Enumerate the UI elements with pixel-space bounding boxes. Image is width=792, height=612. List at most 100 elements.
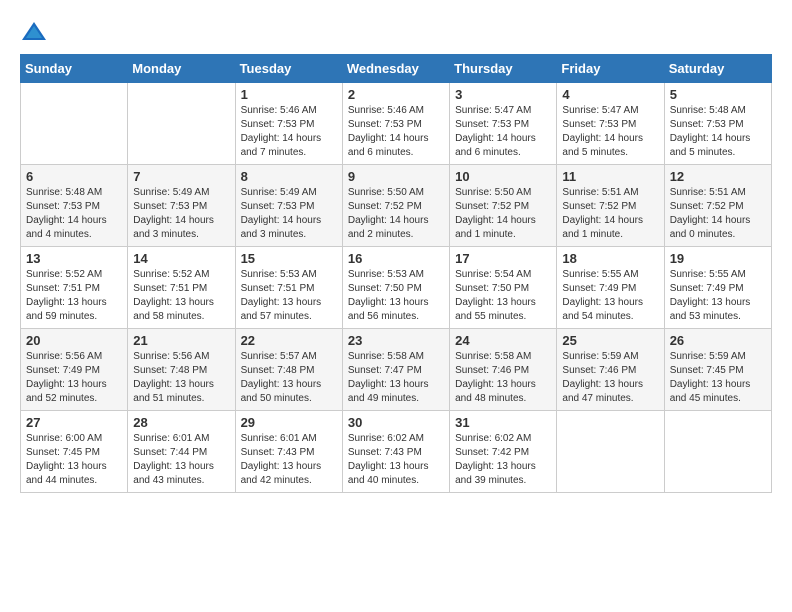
day-number: 17 — [455, 251, 551, 266]
day-number: 18 — [562, 251, 658, 266]
calendar-cell: 3 Sunrise: 5:47 AM Sunset: 7:53 PM Daylig… — [450, 83, 557, 165]
calendar-cell: 7 Sunrise: 5:49 AM Sunset: 7:53 PM Daylig… — [128, 165, 235, 247]
calendar-cell — [128, 83, 235, 165]
calendar-cell: 13 Sunrise: 5:52 AM Sunset: 7:51 PM Dayli… — [21, 247, 128, 329]
day-number: 26 — [670, 333, 766, 348]
calendar-cell: 17 Sunrise: 5:54 AM Sunset: 7:50 PM Dayli… — [450, 247, 557, 329]
day-number: 19 — [670, 251, 766, 266]
calendar-cell: 2 Sunrise: 5:46 AM Sunset: 7:53 PM Daylig… — [342, 83, 449, 165]
calendar-cell: 26 Sunrise: 5:59 AM Sunset: 7:45 PM Dayli… — [664, 329, 771, 411]
calendar-cell: 11 Sunrise: 5:51 AM Sunset: 7:52 PM Dayli… — [557, 165, 664, 247]
day-number: 29 — [241, 415, 337, 430]
calendar-cell: 12Sunrise: 5:51 AM Sunset: 7:52 PM Dayli… — [664, 165, 771, 247]
day-info: Sunrise: 5:54 AM Sunset: 7:50 PM Dayligh… — [455, 268, 551, 324]
day-info: Sunrise: 5:51 AM Sunset: 7:52 PM Dayligh… — [562, 186, 658, 242]
day-number: 15 — [241, 251, 337, 266]
weekday-header-monday: Monday — [128, 55, 235, 83]
day-number: 10 — [455, 169, 551, 184]
day-number: 6 — [26, 169, 122, 184]
day-info: Sunrise: 5:49 AM Sunset: 7:53 PM Dayligh… — [241, 186, 337, 242]
calendar-week-1: 1 Sunrise: 5:46 AM Sunset: 7:53 PM Daylig… — [21, 83, 772, 165]
calendar-cell: 8 Sunrise: 5:49 AM Sunset: 7:53 PM Daylig… — [235, 165, 342, 247]
calendar-cell: 23 Sunrise: 5:58 AM Sunset: 7:47 PM Dayli… — [342, 329, 449, 411]
weekday-header-sunday: Sunday — [21, 55, 128, 83]
day-number: 11 — [562, 169, 658, 184]
day-number: 8 — [241, 169, 337, 184]
calendar-cell: 22 Sunrise: 5:57 AM Sunset: 7:48 PM Dayli… — [235, 329, 342, 411]
weekday-header-tuesday: Tuesday — [235, 55, 342, 83]
weekday-header-row: SundayMondayTuesdayWednesdayThursdayFrid… — [21, 55, 772, 83]
calendar-cell: 28Sunrise: 6:01 AM Sunset: 7:44 PM Dayli… — [128, 411, 235, 493]
day-number: 9 — [348, 169, 444, 184]
day-info: Sunrise: 5:50 AM Sunset: 7:52 PM Dayligh… — [455, 186, 551, 242]
calendar-cell: 19 Sunrise: 5:55 AM Sunset: 7:49 PM Dayli… — [664, 247, 771, 329]
day-info: Sunrise: 5:59 AM Sunset: 7:46 PM Dayligh… — [562, 350, 658, 406]
calendar-cell: 29 Sunrise: 6:01 AM Sunset: 7:43 PM Dayli… — [235, 411, 342, 493]
day-info: Sunrise: 6:01 AM Sunset: 7:44 PM Dayligh… — [133, 432, 229, 488]
day-info: Sunrise: 5:48 AM Sunset: 7:53 PM Dayligh… — [670, 104, 766, 160]
day-info: Sunrise: 5:52 AM Sunset: 7:51 PM Dayligh… — [26, 268, 122, 324]
day-info: Sunrise: 5:48 AM Sunset: 7:53 PM Dayligh… — [26, 186, 122, 242]
calendar-week-2: 6 Sunrise: 5:48 AM Sunset: 7:53 PM Daylig… — [21, 165, 772, 247]
day-info: Sunrise: 5:49 AM Sunset: 7:53 PM Dayligh… — [133, 186, 229, 242]
logo — [20, 20, 52, 44]
day-info: Sunrise: 5:55 AM Sunset: 7:49 PM Dayligh… — [670, 268, 766, 324]
day-info: Sunrise: 6:00 AM Sunset: 7:45 PM Dayligh… — [26, 432, 122, 488]
weekday-header-friday: Friday — [557, 55, 664, 83]
day-number: 1 — [241, 87, 337, 102]
calendar-cell: 18Sunrise: 5:55 AM Sunset: 7:49 PM Dayli… — [557, 247, 664, 329]
day-info: Sunrise: 5:52 AM Sunset: 7:51 PM Dayligh… — [133, 268, 229, 324]
day-info: Sunrise: 6:01 AM Sunset: 7:43 PM Dayligh… — [241, 432, 337, 488]
calendar-cell: 21 Sunrise: 5:56 AM Sunset: 7:48 PM Dayli… — [128, 329, 235, 411]
calendar-cell: 4Sunrise: 5:47 AM Sunset: 7:53 PM Daylig… — [557, 83, 664, 165]
calendar-cell: 14Sunrise: 5:52 AM Sunset: 7:51 PM Dayli… — [128, 247, 235, 329]
day-number: 16 — [348, 251, 444, 266]
calendar-cell: 16 Sunrise: 5:53 AM Sunset: 7:50 PM Dayli… — [342, 247, 449, 329]
calendar-cell: 27 Sunrise: 6:00 AM Sunset: 7:45 PM Dayli… — [21, 411, 128, 493]
page-header — [20, 20, 772, 44]
logo-icon — [20, 20, 48, 44]
day-number: 3 — [455, 87, 551, 102]
day-info: Sunrise: 5:59 AM Sunset: 7:45 PM Dayligh… — [670, 350, 766, 406]
day-info: Sunrise: 6:02 AM Sunset: 7:42 PM Dayligh… — [455, 432, 551, 488]
calendar-cell: 30Sunrise: 6:02 AM Sunset: 7:43 PM Dayli… — [342, 411, 449, 493]
day-number: 21 — [133, 333, 229, 348]
calendar-cell: 5 Sunrise: 5:48 AM Sunset: 7:53 PM Daylig… — [664, 83, 771, 165]
calendar-cell — [557, 411, 664, 493]
day-number: 7 — [133, 169, 229, 184]
day-number: 30 — [348, 415, 444, 430]
day-number: 20 — [26, 333, 122, 348]
day-number: 23 — [348, 333, 444, 348]
day-number: 27 — [26, 415, 122, 430]
day-info: Sunrise: 5:57 AM Sunset: 7:48 PM Dayligh… — [241, 350, 337, 406]
day-number: 24 — [455, 333, 551, 348]
weekday-header-thursday: Thursday — [450, 55, 557, 83]
day-info: Sunrise: 5:46 AM Sunset: 7:53 PM Dayligh… — [348, 104, 444, 160]
calendar-cell: 25 Sunrise: 5:59 AM Sunset: 7:46 PM Dayli… — [557, 329, 664, 411]
day-info: Sunrise: 5:47 AM Sunset: 7:53 PM Dayligh… — [455, 104, 551, 160]
calendar-cell: 20 Sunrise: 5:56 AM Sunset: 7:49 PM Dayli… — [21, 329, 128, 411]
weekday-header-wednesday: Wednesday — [342, 55, 449, 83]
day-number: 25 — [562, 333, 658, 348]
calendar-week-3: 13 Sunrise: 5:52 AM Sunset: 7:51 PM Dayli… — [21, 247, 772, 329]
calendar-cell: 9Sunrise: 5:50 AM Sunset: 7:52 PM Daylig… — [342, 165, 449, 247]
day-info: Sunrise: 5:56 AM Sunset: 7:48 PM Dayligh… — [133, 350, 229, 406]
day-info: Sunrise: 5:53 AM Sunset: 7:51 PM Dayligh… — [241, 268, 337, 324]
weekday-header-saturday: Saturday — [664, 55, 771, 83]
day-info: Sunrise: 5:53 AM Sunset: 7:50 PM Dayligh… — [348, 268, 444, 324]
day-number: 5 — [670, 87, 766, 102]
day-number: 12 — [670, 169, 766, 184]
calendar-cell: 6 Sunrise: 5:48 AM Sunset: 7:53 PM Daylig… — [21, 165, 128, 247]
day-info: Sunrise: 5:56 AM Sunset: 7:49 PM Dayligh… — [26, 350, 122, 406]
calendar: SundayMondayTuesdayWednesdayThursdayFrid… — [20, 54, 772, 493]
calendar-week-4: 20 Sunrise: 5:56 AM Sunset: 7:49 PM Dayli… — [21, 329, 772, 411]
day-number: 22 — [241, 333, 337, 348]
calendar-cell: 24Sunrise: 5:58 AM Sunset: 7:46 PM Dayli… — [450, 329, 557, 411]
calendar-cell — [664, 411, 771, 493]
day-info: Sunrise: 5:58 AM Sunset: 7:47 PM Dayligh… — [348, 350, 444, 406]
day-number: 2 — [348, 87, 444, 102]
calendar-cell: 1Sunrise: 5:46 AM Sunset: 7:53 PM Daylig… — [235, 83, 342, 165]
calendar-cell: 15 Sunrise: 5:53 AM Sunset: 7:51 PM Dayli… — [235, 247, 342, 329]
day-number: 31 — [455, 415, 551, 430]
day-number: 13 — [26, 251, 122, 266]
